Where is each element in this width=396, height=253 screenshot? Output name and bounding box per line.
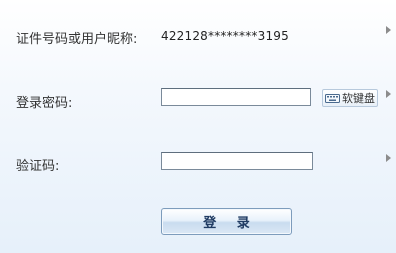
account-label: 证件号码或用户昵称: bbox=[16, 32, 138, 47]
captcha-field[interactable] bbox=[161, 152, 313, 170]
triangle-right-icon[interactable] bbox=[386, 26, 391, 34]
triangle-right-icon[interactable] bbox=[386, 154, 391, 162]
soft-keyboard-label: 软键盘 bbox=[342, 92, 375, 105]
keyboard-icon bbox=[325, 93, 340, 103]
login-button[interactable]: 登 录 bbox=[161, 208, 292, 235]
captcha-label: 验证码: bbox=[16, 159, 60, 174]
password-label: 登录密码: bbox=[16, 96, 73, 111]
account-value: 422128********3195 bbox=[161, 29, 289, 43]
soft-keyboard-button[interactable]: 软键盘 bbox=[322, 89, 378, 107]
password-field[interactable] bbox=[161, 88, 311, 106]
triangle-right-icon[interactable] bbox=[386, 90, 391, 98]
